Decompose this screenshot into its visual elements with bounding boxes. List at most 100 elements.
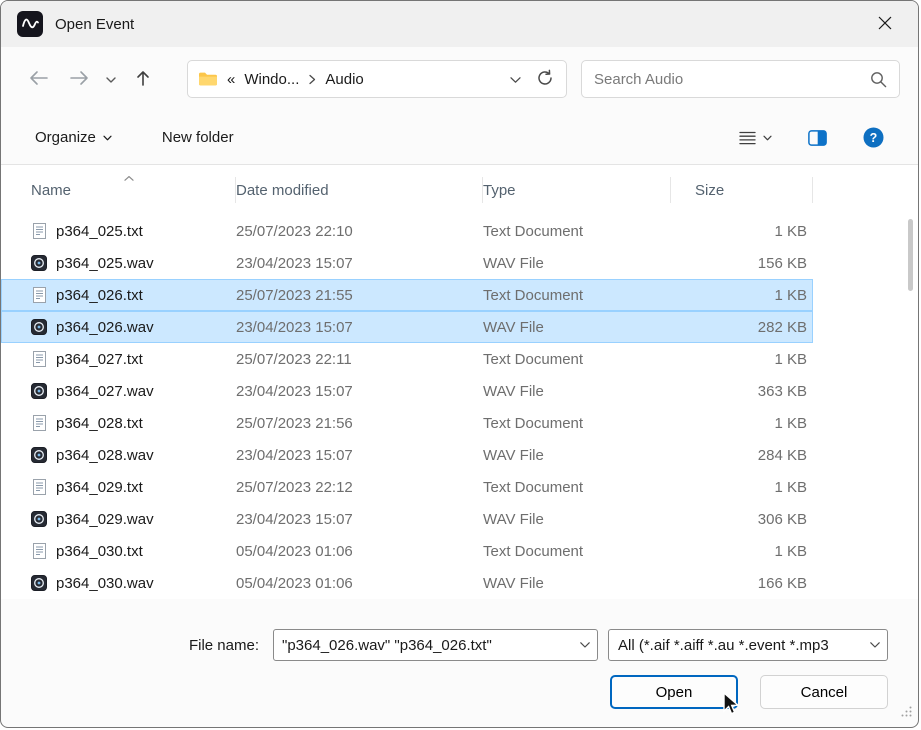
breadcrumb-item-parent[interactable]: Windo...	[244, 71, 299, 88]
command-toolbar: Organize New folder	[1, 111, 918, 165]
audio-file-icon	[31, 319, 47, 335]
chevron-down-icon	[509, 72, 522, 87]
file-row[interactable]: p364_028.txt 25/07/2023 21:56 Text Docum…	[1, 407, 813, 439]
file-date: 25/07/2023 22:10	[236, 223, 483, 240]
file-size: 363 KB	[671, 383, 813, 400]
file-type: Text Document	[483, 543, 671, 560]
app-logo-icon	[17, 11, 43, 37]
text-file-icon	[31, 351, 47, 367]
text-file-icon	[31, 223, 47, 239]
column-header-date-modified[interactable]: Date modified	[236, 165, 483, 215]
file-size: 1 KB	[671, 351, 813, 368]
file-name: p364_029.txt	[56, 479, 143, 496]
file-row[interactable]: p364_027.txt 25/07/2023 22:11 Text Docum…	[1, 343, 813, 375]
new-folder-label: New folder	[162, 129, 234, 146]
back-button[interactable]	[19, 61, 59, 97]
file-name-input[interactable]	[282, 637, 579, 654]
chevron-down-icon	[105, 72, 117, 87]
file-date: 23/04/2023 15:07	[236, 511, 483, 528]
folder-icon	[198, 71, 218, 87]
file-row[interactable]: p364_029.txt 25/07/2023 22:12 Text Docum…	[1, 471, 813, 503]
cancel-button[interactable]: Cancel	[760, 675, 888, 709]
file-name: p364_026.wav	[56, 319, 154, 336]
file-row[interactable]: p364_029.wav 23/04/2023 15:07 WAV File 3…	[1, 503, 813, 535]
help-button[interactable]: ?	[855, 121, 892, 154]
file-row[interactable]: p364_030.wav 05/04/2023 01:06 WAV File 1…	[1, 567, 813, 599]
file-size: 156 KB	[671, 255, 813, 272]
view-options-button[interactable]	[731, 125, 780, 151]
search-input[interactable]	[594, 71, 870, 88]
file-date: 23/04/2023 15:07	[236, 255, 483, 272]
column-headers: Name Date modified Type Size	[1, 165, 918, 215]
file-date: 23/04/2023 15:07	[236, 319, 483, 336]
file-row[interactable]: p364_025.txt 25/07/2023 22:10 Text Docum…	[1, 215, 813, 247]
file-type: WAV File	[483, 255, 671, 272]
refresh-icon	[536, 69, 554, 90]
help-icon: ?	[863, 127, 884, 148]
file-row[interactable]: p364_030.txt 05/04/2023 01:06 Text Docum…	[1, 535, 813, 567]
chevron-down-icon	[103, 135, 112, 141]
address-bar[interactable]: « Windo... Audio	[187, 60, 567, 98]
audio-file-icon	[31, 447, 47, 463]
preview-pane-button[interactable]	[800, 124, 835, 152]
file-row[interactable]: p364_026.wav 23/04/2023 15:07 WAV File 2…	[1, 311, 813, 343]
open-button[interactable]: Open	[610, 675, 738, 709]
file-date: 25/07/2023 22:12	[236, 479, 483, 496]
column-header-type[interactable]: Type	[483, 165, 671, 215]
recent-locations-button[interactable]	[99, 61, 123, 97]
text-file-icon	[31, 287, 47, 303]
file-list: p364_025.txt 25/07/2023 22:10 Text Docum…	[1, 215, 918, 599]
up-button[interactable]	[123, 61, 163, 97]
text-file-icon	[31, 543, 47, 559]
search-box	[581, 60, 900, 98]
file-name-dropdown-button[interactable]	[579, 641, 591, 649]
file-size: 1 KB	[671, 223, 813, 240]
file-name: p364_030.txt	[56, 543, 143, 560]
file-name-label: File name:	[189, 637, 259, 654]
column-header-size[interactable]: Size	[671, 165, 813, 215]
file-row[interactable]: p364_025.wav 23/04/2023 15:07 WAV File 1…	[1, 247, 813, 279]
file-date: 23/04/2023 15:07	[236, 383, 483, 400]
file-size: 1 KB	[671, 415, 813, 432]
audio-file-icon	[31, 511, 47, 527]
svg-text:?: ?	[870, 131, 878, 145]
file-name: p364_027.wav	[56, 383, 154, 400]
refresh-button[interactable]	[530, 64, 560, 94]
text-file-icon	[31, 415, 47, 431]
dialog-footer: File name: All (*.aif *.aiff *.au *.even…	[1, 599, 918, 709]
file-row[interactable]: p364_027.wav 23/04/2023 15:07 WAV File 3…	[1, 375, 813, 407]
resize-grip[interactable]	[899, 704, 913, 722]
file-size: 1 KB	[671, 479, 813, 496]
file-type: WAV File	[483, 447, 671, 464]
file-size: 282 KB	[671, 319, 813, 336]
new-folder-button[interactable]: New folder	[154, 123, 242, 152]
navigation-bar: « Windo... Audio	[1, 47, 918, 111]
file-date: 25/07/2023 21:56	[236, 415, 483, 432]
close-button[interactable]	[868, 7, 902, 41]
open-event-dialog: Open Event	[0, 0, 919, 728]
file-type: Text Document	[483, 479, 671, 496]
toolbar-right-group: ?	[731, 121, 892, 154]
file-size: 166 KB	[671, 575, 813, 592]
file-date: 23/04/2023 15:07	[236, 447, 483, 464]
vertical-scrollbar-thumb[interactable]	[908, 219, 913, 291]
close-icon	[878, 16, 892, 33]
breadcrumb-item-current[interactable]: Audio	[325, 71, 363, 88]
file-type: WAV File	[483, 383, 671, 400]
file-row[interactable]: p364_026.txt 25/07/2023 21:55 Text Docum…	[1, 279, 813, 311]
file-name: p364_025.txt	[56, 223, 143, 240]
file-name: p364_028.txt	[56, 415, 143, 432]
organize-button[interactable]: Organize	[27, 123, 120, 152]
file-name: p364_025.wav	[56, 255, 154, 272]
arrow-right-icon	[69, 70, 89, 89]
file-type-select[interactable]: All (*.aif *.aiff *.au *.event *.mp3	[608, 629, 888, 661]
file-type-value: All (*.aif *.aiff *.au *.event *.mp3	[618, 637, 869, 654]
address-dropdown-button[interactable]	[500, 64, 530, 94]
file-date: 05/04/2023 01:06	[236, 543, 483, 560]
column-header-name[interactable]: Name	[31, 165, 236, 215]
file-size: 306 KB	[671, 511, 813, 528]
forward-button[interactable]	[59, 61, 99, 97]
file-row[interactable]: p364_028.wav 23/04/2023 15:07 WAV File 2…	[1, 439, 813, 471]
audio-file-icon	[31, 255, 47, 271]
breadcrumb-overflow[interactable]: «	[227, 71, 235, 88]
